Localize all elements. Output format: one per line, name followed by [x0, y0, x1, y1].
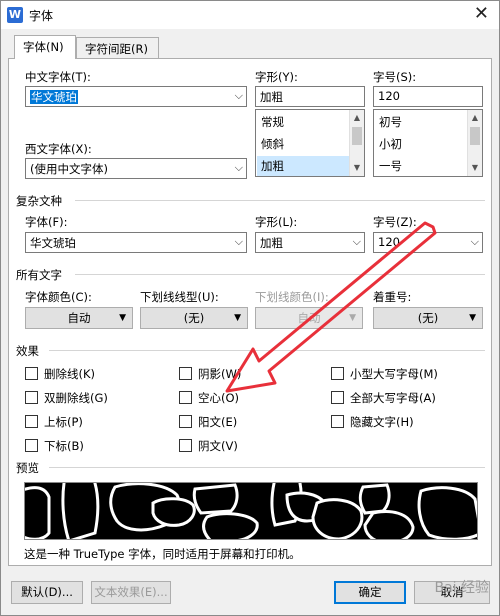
tab-font[interactable]: 字体(N)	[14, 35, 76, 59]
font-dialog: W 字体 ✕ 字体(N) 字符间距(R) 中文字体(T): 华文琥珀 ⌵ 字形(…	[0, 0, 500, 616]
watermark: Bai 经验	[434, 580, 489, 596]
arrow-annotation	[225, 221, 437, 393]
